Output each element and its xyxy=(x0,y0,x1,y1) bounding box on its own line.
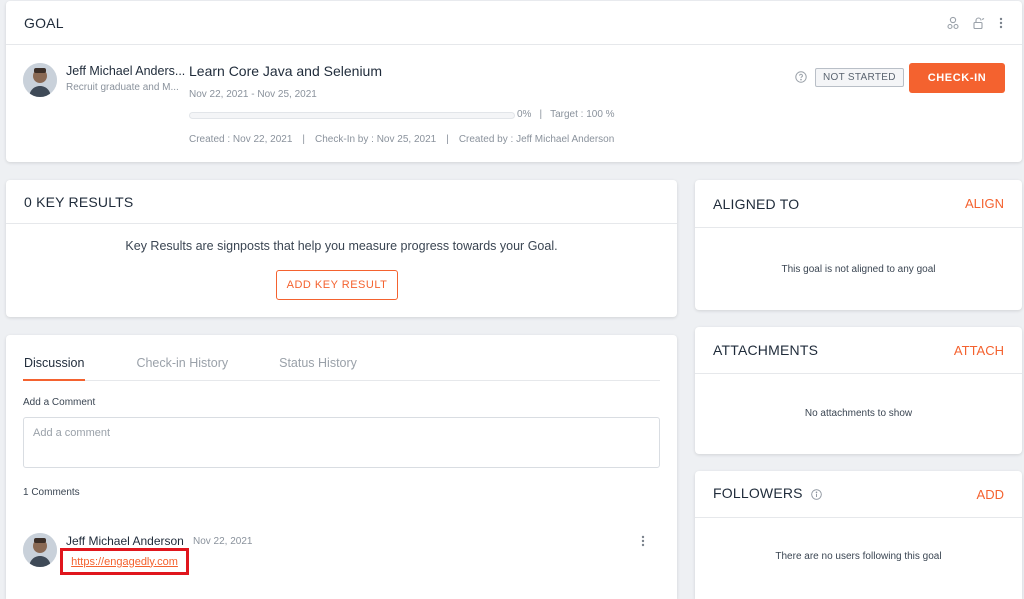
attachments-card: ATTACHMENTS ATTACH No attachments to sho… xyxy=(695,327,1022,454)
checkin-by-date: Check-In by : Nov 25, 2021 xyxy=(315,134,437,145)
add-comment-label: Add a Comment xyxy=(23,397,96,408)
discussion-tabs: Discussion Check-in History Status Histo… xyxy=(23,356,660,381)
separator: | xyxy=(302,134,306,145)
tab-discussion[interactable]: Discussion xyxy=(23,356,86,381)
attachments-empty-message: No attachments to show xyxy=(804,408,913,419)
status-badge[interactable]: NOT STARTED xyxy=(815,68,904,87)
key-results-title: 0 KEY RESULTS xyxy=(24,193,134,210)
owner-subtitle: Recruit graduate and M... xyxy=(66,82,179,93)
comment-author[interactable]: Jeff Michael Anderson xyxy=(66,534,184,548)
followers-title-wrap: FOLLOWERS xyxy=(713,485,822,502)
aligned-to-card: ALIGNED TO ALIGN This goal is not aligne… xyxy=(695,180,1022,310)
more-vertical-icon[interactable] xyxy=(998,16,1004,30)
discussion-card: Discussion Check-in History Status Histo… xyxy=(6,335,677,599)
comments-count: 1 Comments xyxy=(23,487,80,498)
help-icon[interactable] xyxy=(795,70,807,88)
aligned-to-title: ALIGNED TO xyxy=(713,195,800,212)
followers-card: FOLLOWERS ADD There are no users followi… xyxy=(695,471,1022,599)
progress-bar xyxy=(189,112,515,119)
goal-card: GOAL Jeff Michael Anders... Recruit grad… xyxy=(6,1,1022,162)
followers-empty-message: There are no users following this goal xyxy=(775,551,942,562)
goal-header-actions xyxy=(946,16,1004,30)
tab-status-history[interactable]: Status History xyxy=(279,356,357,381)
followers-title: FOLLOWERS xyxy=(713,485,803,502)
progress-percent: 0% xyxy=(517,109,532,120)
goal-card-title: GOAL xyxy=(24,14,64,31)
attachments-header: ATTACHMENTS ATTACH xyxy=(695,327,1022,374)
progress-target: Target : 100 % xyxy=(550,109,615,120)
goal-date-range: Nov 22, 2021 - Nov 25, 2021 xyxy=(189,89,317,100)
goal-card-header: GOAL xyxy=(6,1,1022,45)
info-icon[interactable] xyxy=(811,487,822,503)
lock-icon[interactable] xyxy=(972,16,986,30)
tab-check-in-history[interactable]: Check-in History xyxy=(136,356,228,381)
key-results-header: 0 KEY RESULTS xyxy=(6,180,677,224)
goal-title: Learn Core Java and Selenium xyxy=(189,63,383,79)
attachments-title: ATTACHMENTS xyxy=(713,342,819,358)
avatar xyxy=(23,533,57,567)
comment-date: Nov 22, 2021 xyxy=(193,536,253,547)
attach-button[interactable]: ATTACH xyxy=(954,343,1004,358)
key-results-description: Key Results are signposts that help you … xyxy=(125,239,558,253)
check-in-button[interactable]: CHECK-IN xyxy=(909,63,1005,93)
align-button[interactable]: ALIGN xyxy=(965,196,1004,211)
add-key-result-button[interactable]: ADD KEY RESULT xyxy=(276,270,398,300)
progress-meta: 0% | Target : 100 % xyxy=(517,109,615,120)
goal-meta-row: Created : Nov 22, 2021 | Check-In by : N… xyxy=(189,134,614,145)
add-follower-button[interactable]: ADD xyxy=(977,487,1004,502)
key-results-card: 0 KEY RESULTS Key Results are signposts … xyxy=(6,180,677,317)
created-by: Created by : Jeff Michael Anderson xyxy=(458,134,615,145)
separator: | xyxy=(539,109,543,120)
separator: | xyxy=(446,134,449,145)
more-vertical-icon[interactable] xyxy=(640,534,646,553)
followers-header: FOLLOWERS ADD xyxy=(695,471,1022,518)
users-icon[interactable] xyxy=(946,16,960,30)
comment-link[interactable]: https://engagedly.com xyxy=(60,548,189,575)
comment-input[interactable] xyxy=(23,417,660,468)
owner-name[interactable]: Jeff Michael Anders... xyxy=(66,64,185,78)
avatar xyxy=(23,63,57,97)
aligned-to-header: ALIGNED TO ALIGN xyxy=(695,180,1022,228)
created-date: Created : Nov 22, 2021 xyxy=(189,134,293,145)
aligned-empty-message: This goal is not aligned to any goal xyxy=(781,264,936,275)
